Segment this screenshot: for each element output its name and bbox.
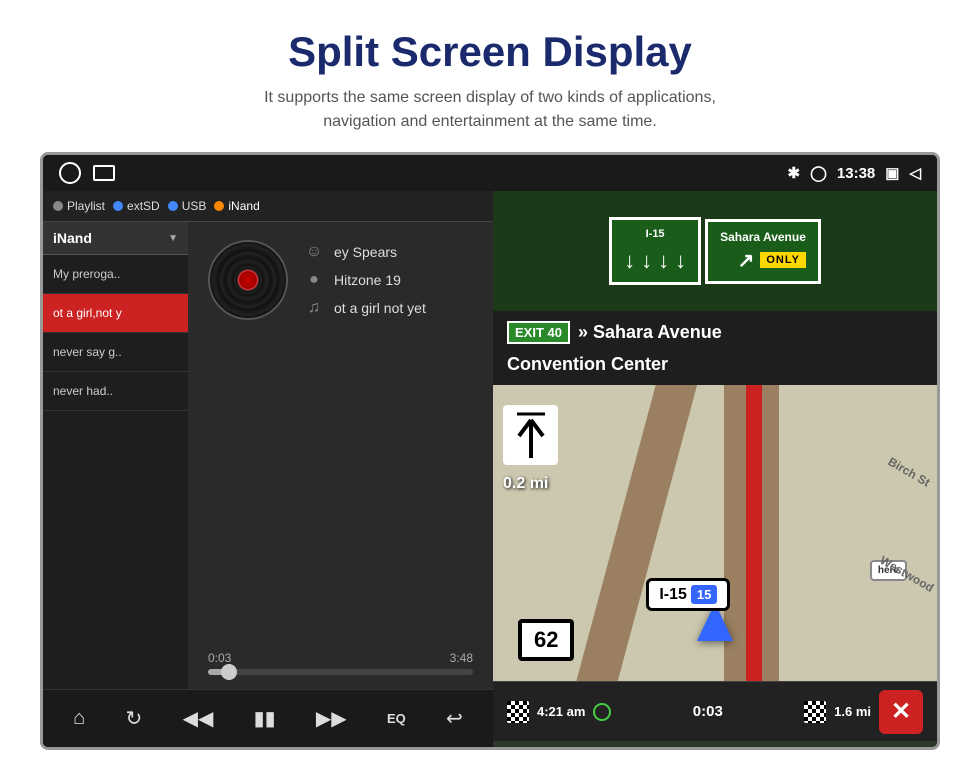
distance-text: 0.2 mi: [503, 475, 548, 492]
eta-time: 4:21 am: [537, 704, 585, 719]
radio-dot-inand: [214, 201, 224, 211]
status-time: 13:38: [837, 165, 875, 182]
speed-number: 62: [534, 627, 558, 652]
vinyl-record: [208, 240, 288, 320]
highway-route: I-15: [646, 228, 665, 240]
progress-area: 0:03 3:48: [198, 647, 483, 679]
split-container: Playlist extSD USB iNand: [43, 191, 937, 747]
artist-name: ey Spears: [334, 244, 397, 260]
bluetooth-icon: ✱: [788, 164, 801, 182]
music-panel: Playlist extSD USB iNand: [43, 191, 493, 747]
time-row: 0:03 3:48: [208, 651, 473, 665]
highway-text: I-15: [659, 586, 687, 604]
radio-dot-playlist: [53, 201, 63, 211]
maneuver-svg: [509, 410, 553, 460]
exit-second-line: Convention Center: [493, 354, 937, 385]
playlist-item-1[interactable]: My preroga..: [43, 255, 188, 294]
direction-arrows: ↓ ↓ ↓ ↓: [624, 248, 686, 274]
status-left: [59, 162, 115, 184]
source-tab-extsd[interactable]: extSD: [113, 199, 160, 213]
radio-dot-usb: [168, 201, 178, 211]
source-tab-inand[interactable]: iNand: [214, 199, 259, 213]
source-tab-playlist[interactable]: Playlist: [53, 199, 105, 213]
exit-info-bar: EXIT 40 » Sahara Avenue: [493, 311, 937, 354]
nav-elapsed-time: 0:03: [693, 703, 723, 720]
remaining-distance: 1.6 mi: [834, 704, 871, 719]
vinyl-record-area: ☺ ey Spears ● Hitzone 19 ♫ ot a girl not…: [208, 240, 483, 320]
clock-icon: [593, 703, 611, 721]
only-badge: ONLY: [760, 252, 806, 268]
track-details: ☺ ey Spears ● Hitzone 19 ♫ ot a girl not…: [304, 243, 426, 317]
person-icon: ☺: [304, 243, 324, 261]
page-title: Split Screen Display: [20, 28, 960, 76]
controls-bar: ⌂ ↻ ◀◀ ▮▮ ▶▶ EQ ↩: [43, 689, 493, 747]
highway-sign-left: I-15 ↓ ↓ ↓ ↓: [609, 217, 701, 285]
back-icon: ◁: [909, 164, 921, 182]
page-header: Split Screen Display It supports the sam…: [0, 0, 980, 152]
playlist-sidebar: iNand ▼ My preroga.. ot a girl,not y nev…: [43, 222, 188, 689]
chevron-down-icon: ▼: [168, 233, 178, 244]
next-button[interactable]: ▶▶: [308, 700, 355, 737]
speed-badge: 62: [518, 619, 574, 661]
back-button[interactable]: ↩: [438, 700, 471, 737]
map-visual: I-15 15 SPEEDLIMIT 62: [493, 385, 937, 681]
disc-icon: ●: [304, 271, 324, 289]
source-tabs: Playlist extSD USB iNand: [43, 191, 493, 222]
circle-icon: [59, 162, 81, 184]
track-title: ot a girl not yet: [334, 300, 426, 316]
playlist-item-2[interactable]: ot a girl,not y: [43, 294, 188, 333]
exit-destination: » Sahara Avenue: [578, 322, 722, 343]
checkered-flag-icon-2: [804, 701, 826, 723]
exit-badge: EXIT 40: [507, 321, 570, 344]
status-right: ✱ ◯ 13:38 ▣ ◁: [788, 164, 921, 182]
inand-selector[interactable]: iNand ▼: [43, 222, 188, 255]
page-subtitle: It supports the same screen display of t…: [20, 86, 960, 134]
nav-bottom-bar: 4:21 am 0:03 1.6 mi ✕: [493, 681, 937, 741]
music-note-icon: ♫: [304, 299, 324, 317]
exit-arrow: ↗: [738, 248, 755, 273]
nav-close-button[interactable]: ✕: [879, 690, 923, 734]
image-icon: [93, 165, 115, 181]
highway-signs: I-15 ↓ ↓ ↓ ↓ Sahara Avenue ↗ ONLY: [493, 191, 937, 311]
playlist-item-3[interactable]: never say g..: [43, 333, 188, 372]
nav-distance-area: 1.6 mi ✕: [804, 690, 923, 734]
album-row: ● Hitzone 19: [304, 271, 426, 289]
location-icon: ◯: [810, 164, 827, 182]
music-body: iNand ▼ My preroga.. ot a girl,not y nev…: [43, 222, 493, 689]
maneuver-icon: [503, 405, 558, 465]
radio-dot-extsd: [113, 201, 123, 211]
record-center: [238, 270, 258, 290]
playlist-item-4[interactable]: never had..: [43, 372, 188, 411]
eq-button[interactable]: EQ: [379, 705, 414, 732]
status-bar: ✱ ◯ 13:38 ▣ ◁: [43, 155, 937, 191]
road-red-route: [746, 385, 762, 681]
highway-sign-right: Sahara Avenue ↗ ONLY: [705, 219, 821, 284]
nav-eta-area: 4:21 am: [507, 701, 611, 723]
sahara-avenue-label: Sahara Avenue: [720, 230, 806, 244]
home-button[interactable]: ⌂: [65, 701, 93, 736]
window-icon: ▣: [885, 164, 899, 182]
album-name: Hitzone 19: [334, 272, 401, 288]
title-row: ♫ ot a girl not yet: [304, 299, 426, 317]
artist-row: ☺ ey Spears: [304, 243, 426, 261]
progress-bar[interactable]: [208, 669, 473, 675]
navigation-panel: I-15 ↓ ↓ ↓ ↓ Sahara Avenue ↗ ONLY: [493, 191, 937, 747]
elapsed-time: 0:03: [693, 703, 723, 720]
highway-shield: 15: [691, 585, 717, 604]
page-wrapper: Split Screen Display It supports the sam…: [0, 0, 980, 750]
source-tab-usb[interactable]: USB: [168, 199, 207, 213]
prev-button[interactable]: ◀◀: [175, 700, 222, 737]
total-time: 3:48: [450, 651, 473, 665]
distance-label: 0.2 mi: [503, 475, 548, 493]
pause-button[interactable]: ▮▮: [246, 700, 284, 737]
highway-label: I-15 15: [646, 578, 730, 611]
now-playing: ☺ ey Spears ● Hitzone 19 ♫ ot a girl not…: [188, 222, 493, 689]
checkered-flag-icon: [507, 701, 529, 723]
current-time: 0:03: [208, 651, 231, 665]
progress-thumb[interactable]: [221, 664, 237, 680]
device-frame: ✱ ◯ 13:38 ▣ ◁ Playlist extSD: [40, 152, 940, 750]
repeat-button[interactable]: ↻: [118, 700, 151, 737]
inand-label: iNand: [53, 230, 92, 246]
